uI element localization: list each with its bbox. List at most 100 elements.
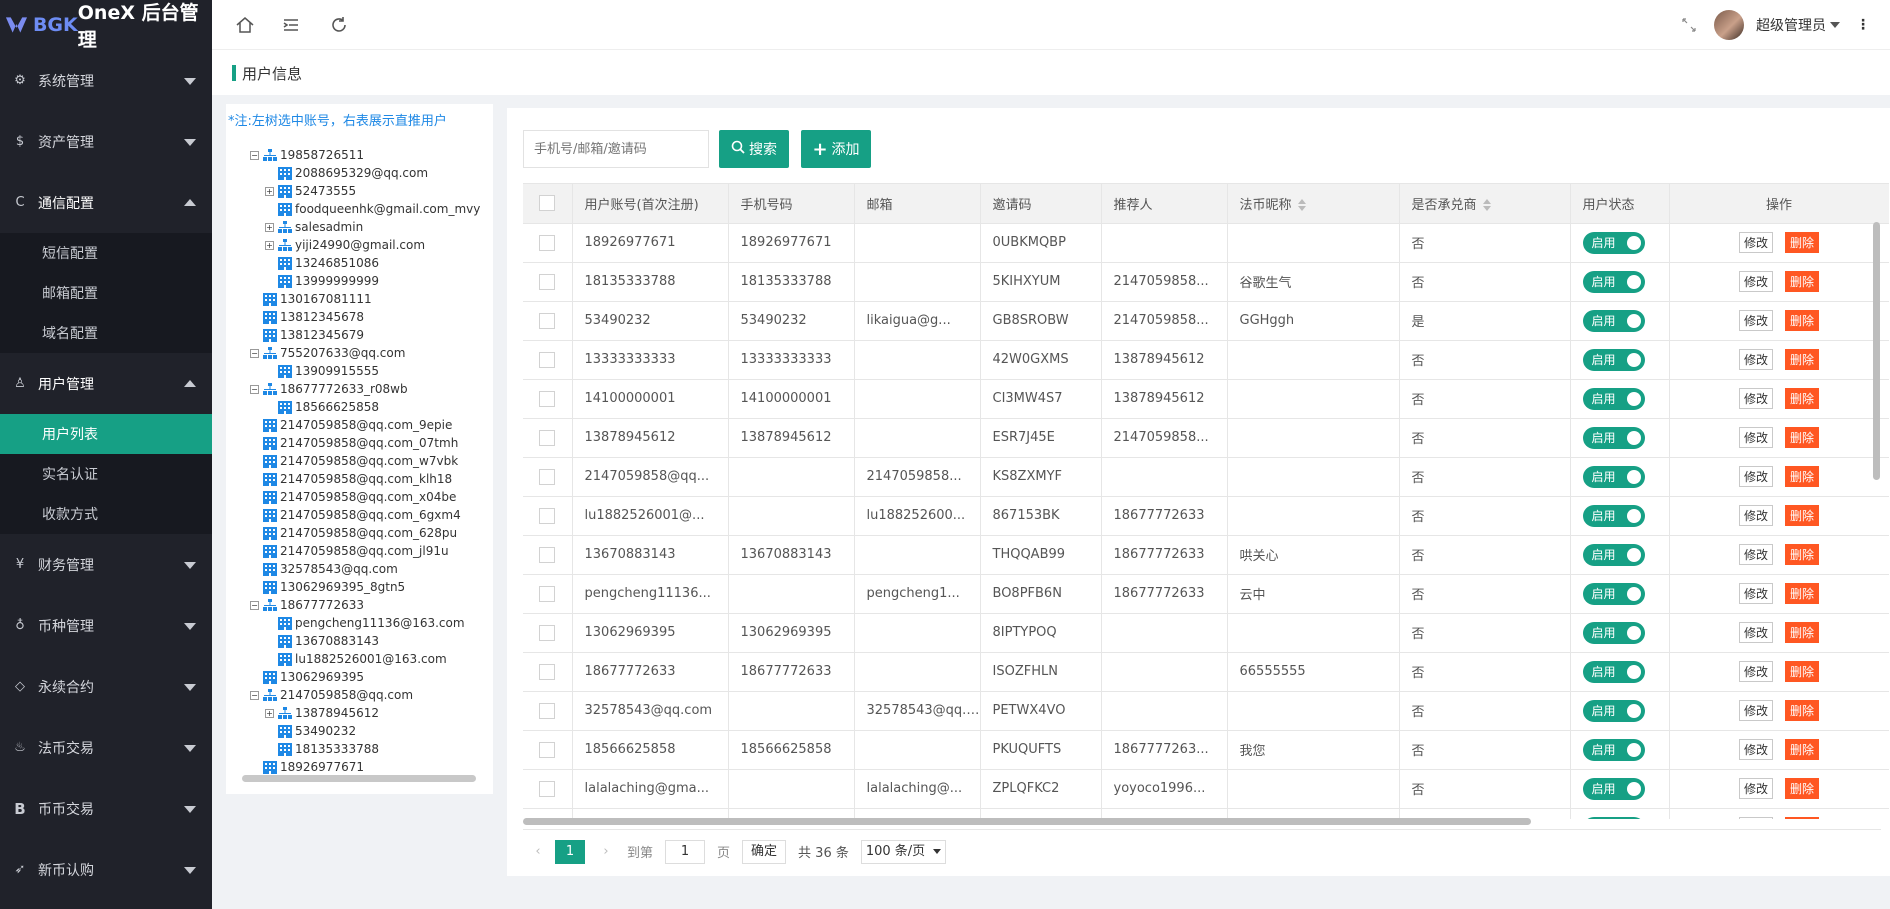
tree-node[interactable]: pengcheng11136@163.com <box>226 614 493 632</box>
add-user-button[interactable]: + 添加 <box>801 130 871 168</box>
delete-button[interactable]: 删除 <box>1785 388 1820 409</box>
tree-node[interactable]: 13062969395_8gtn5 <box>226 578 493 596</box>
delete-button[interactable]: 删除 <box>1785 739 1820 760</box>
edit-button[interactable]: 修改 <box>1738 778 1773 799</box>
status-toggle[interactable]: 启用 <box>1582 231 1645 254</box>
tree-node[interactable]: 2088695329@qq.com <box>226 164 493 182</box>
collapse-icon[interactable]: − <box>250 600 259 610</box>
status-toggle[interactable]: 启用 <box>1582 582 1645 605</box>
delete-button[interactable]: 删除 <box>1785 310 1820 331</box>
status-toggle[interactable]: 启用 <box>1582 738 1645 761</box>
edit-button[interactable]: 修改 <box>1738 505 1773 526</box>
sort-icon[interactable] <box>1297 199 1306 212</box>
row-checkbox[interactable] <box>539 546 556 563</box>
row-checkbox[interactable] <box>539 390 556 407</box>
collapse-icon[interactable]: − <box>250 150 259 160</box>
tree-node[interactable]: − 18677772633_r08wb <box>226 380 493 398</box>
status-toggle[interactable]: 启用 <box>1582 660 1645 683</box>
sidebar-item[interactable]: ◇ 永续合约 <box>0 656 212 717</box>
tree-node[interactable]: 53490232 <box>226 722 493 740</box>
tree-node[interactable]: +13878945612 <box>226 704 493 722</box>
tree-node[interactable]: 18566625858 <box>226 398 493 416</box>
status-toggle[interactable]: 启用 <box>1582 309 1645 332</box>
tree-node[interactable]: 18926977671 <box>226 758 493 776</box>
edit-button[interactable]: 修改 <box>1738 310 1773 331</box>
column-header-acceptor[interactable]: 是否承兑商 <box>1399 184 1571 224</box>
tree-node[interactable]: 2147059858@qq.com_9epie <box>226 416 493 434</box>
tree-node[interactable]: lu1882526001@163.com <box>226 650 493 668</box>
collapse-icon[interactable]: − <box>250 348 259 358</box>
status-toggle[interactable]: 启用 <box>1582 270 1645 293</box>
next-page-icon[interactable]: › <box>595 844 617 859</box>
table-row[interactable]: lalalaching@gma... lalalaching@... ZPLQFKC… <box>523 769 1889 809</box>
sidebar-subitem[interactable]: 收款方式 <box>0 494 212 534</box>
delete-button[interactable]: 删除 <box>1785 349 1820 370</box>
edit-button[interactable]: 修改 <box>1738 349 1773 370</box>
sidebar-item[interactable]: ➶ 新币认购 <box>0 839 212 900</box>
search-input[interactable] <box>523 130 709 168</box>
edit-button[interactable]: 修改 <box>1738 232 1773 253</box>
table-row[interactable]: 18135333788 18135333788 5KIHXYUM 2147059858… <box>523 262 1889 302</box>
tree-node[interactable]: 13062969395 <box>226 668 493 686</box>
edit-button[interactable]: 修改 <box>1738 661 1773 682</box>
page-number-current[interactable]: 1 <box>555 839 585 864</box>
table-row[interactable]: 32578543@qq.com32578543@qq.comPETWX4VO否启… <box>523 691 1889 731</box>
row-checkbox[interactable] <box>539 234 556 251</box>
expand-icon[interactable]: + <box>265 222 274 232</box>
edit-button[interactable]: 修改 <box>1738 583 1773 604</box>
search-button[interactable]: 搜索 <box>719 130 789 168</box>
table-row[interactable]: 13670883143 13670883143 THQQAB99 1867777263… <box>523 535 1889 575</box>
more-icon[interactable]: ⋮ <box>1856 17 1870 33</box>
tree-node[interactable]: 2147059858@qq.com_x04be <box>226 488 493 506</box>
tree-node[interactable]: 13909915555 <box>226 362 493 380</box>
delete-button[interactable]: 删除 <box>1785 544 1820 565</box>
delete-button[interactable]: 删除 <box>1785 700 1820 721</box>
prev-page-icon[interactable]: ‹ <box>527 844 549 859</box>
expand-icon[interactable]: + <box>265 186 274 196</box>
edit-button[interactable]: 修改 <box>1738 622 1773 643</box>
tree-node[interactable]: − 18677772633 <box>226 596 493 614</box>
row-checkbox[interactable] <box>539 663 556 680</box>
table-row[interactable]: 13333333333 13333333333 42W0GXMS 1387894561… <box>523 340 1889 380</box>
delete-button[interactable]: 删除 <box>1785 466 1820 487</box>
sidebar-subitem[interactable]: 短信配置 <box>0 233 212 273</box>
tree-node[interactable]: 2147059858@qq.com_07tmh <box>226 434 493 452</box>
sidebar-item[interactable]: $ 资产管理 <box>0 111 212 172</box>
sidebar-item[interactable]: ¥ 财务管理 <box>0 534 212 595</box>
status-toggle[interactable]: 启用 <box>1582 348 1645 371</box>
sidebar-item[interactable]: C 通信配置 <box>0 172 212 233</box>
row-checkbox[interactable] <box>539 741 556 758</box>
delete-button[interactable]: 删除 <box>1785 622 1820 643</box>
edit-button[interactable]: 修改 <box>1738 466 1773 487</box>
row-checkbox[interactable] <box>539 780 556 797</box>
collapse-icon[interactable]: − <box>250 384 259 394</box>
tree-node[interactable]: +52473555 <box>226 182 493 200</box>
delete-button[interactable]: 删除 <box>1785 583 1820 604</box>
edit-button[interactable]: 修改 <box>1738 427 1773 448</box>
table-row[interactable]: pengcheng11136... pengcheng1... BO8PFB6N 18… <box>523 574 1889 614</box>
status-toggle[interactable]: 启用 <box>1582 777 1645 800</box>
tree-node[interactable]: 2147059858@qq.com_6gxm4 <box>226 506 493 524</box>
delete-button[interactable]: 删除 <box>1785 661 1820 682</box>
sidebar-subitem[interactable]: 实名认证 <box>0 454 212 494</box>
collapse-icon[interactable]: − <box>250 690 259 700</box>
tree-node[interactable]: 13670883143 <box>226 632 493 650</box>
goto-confirm-button[interactable]: 确定 <box>742 839 787 864</box>
status-toggle[interactable]: 启用 <box>1582 426 1645 449</box>
home-icon[interactable] <box>234 14 256 36</box>
table-row[interactable]: 18566625858 18566625858 PKUQUFTS 1867777263… <box>523 730 1889 770</box>
table-row[interactable]: 14100000001 14100000001 CI3MW4S7 1387894561… <box>523 379 1889 419</box>
select-all-checkbox[interactable] <box>539 195 556 212</box>
row-checkbox[interactable] <box>539 429 556 446</box>
tree-node[interactable]: 13812345679 <box>226 326 493 344</box>
sidebar-subitem[interactable]: 域名配置 <box>0 313 212 353</box>
sidebar-item[interactable]: B 币币交易 <box>0 778 212 839</box>
status-toggle[interactable]: 启用 <box>1582 816 1645 819</box>
tree-node[interactable]: foodqueenhk@gmail.com_mvy <box>226 200 493 218</box>
table-row[interactable]: 13878945612 13878945612 ESR7J45E 2147059858… <box>523 418 1889 458</box>
status-toggle[interactable]: 启用 <box>1582 387 1645 410</box>
tree-node[interactable]: − 2147059858@qq.com <box>226 686 493 704</box>
tree-node[interactable]: 18135333788 <box>226 740 493 758</box>
delete-button[interactable]: 删除 <box>1785 427 1820 448</box>
user-menu[interactable]: 超级管理员 ⋮ <box>1714 10 1870 40</box>
